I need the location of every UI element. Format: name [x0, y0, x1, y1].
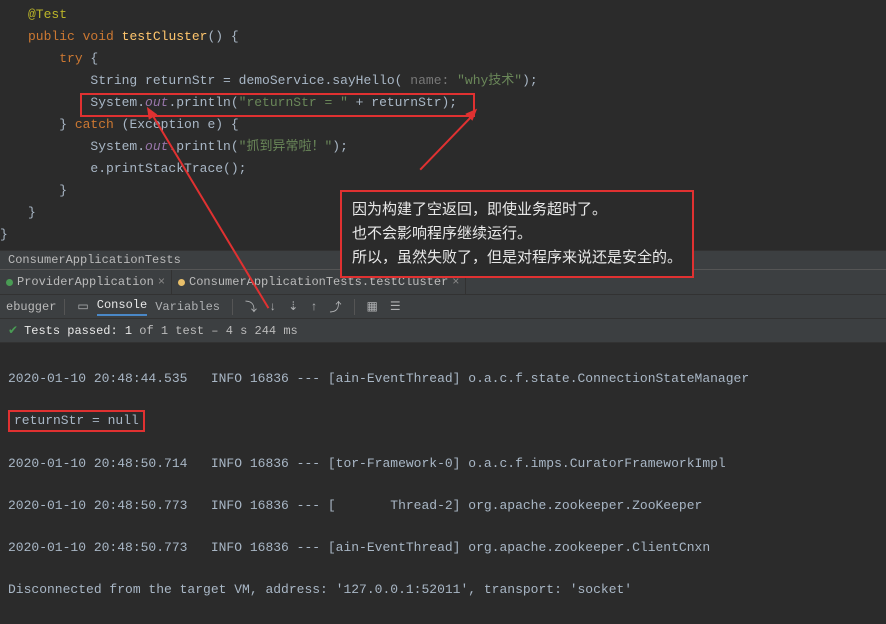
- annotation-test: @Test: [28, 7, 67, 22]
- console-output[interactable]: 2020-01-10 20:48:44.535 INFO 16836 --- […: [0, 343, 886, 624]
- trace-icon[interactable]: ☰: [386, 299, 405, 314]
- tab-provider[interactable]: ProviderApplication ×: [0, 270, 172, 294]
- step-out-icon[interactable]: ↑: [306, 300, 321, 314]
- log-line: 2020-01-10 20:48:50.714 INFO 16836 --- […: [8, 453, 878, 474]
- step-over-icon[interactable]: ⤵: [241, 298, 261, 315]
- log-line: 2020-01-10 20:48:44.535 INFO 16836 --- […: [8, 368, 878, 389]
- log-line: Disconnected from the target VM, address…: [8, 579, 878, 600]
- tab-debugger[interactable]: ebugger: [6, 300, 56, 314]
- test-status-bar: ✔ Tests passed: 1 of 1 test – 4 s 244 ms: [0, 319, 886, 343]
- force-step-into-icon[interactable]: ⇣: [284, 299, 302, 314]
- evaluate-icon[interactable]: ▦: [363, 299, 382, 314]
- close-icon[interactable]: ×: [158, 275, 165, 289]
- tab-variables[interactable]: Variables: [151, 300, 224, 314]
- test-icon: [178, 279, 185, 286]
- annotation-callout: 因为构建了空返回，即使业务超时了。 也不会影响程序继续运行。 所以，虽然失败了，…: [340, 190, 694, 278]
- log-line: 2020-01-10 20:48:50.773 INFO 16836 --- […: [8, 537, 878, 558]
- run-icon: [6, 279, 13, 286]
- debug-toolbar: ebugger ▭ Console Variables ⤵ ↓ ⇣ ↑ ⤴ ▦ …: [0, 295, 886, 319]
- drop-frame-icon[interactable]: ⤴: [325, 298, 345, 315]
- highlight-box-returnstr: returnStr = null: [8, 410, 145, 432]
- tab-console[interactable]: Console: [97, 298, 147, 316]
- check-icon: ✔: [8, 323, 18, 338]
- layout-icon[interactable]: ▭: [73, 299, 92, 314]
- log-line: 2020-01-10 20:48:50.773 INFO 16836 --- […: [8, 495, 878, 516]
